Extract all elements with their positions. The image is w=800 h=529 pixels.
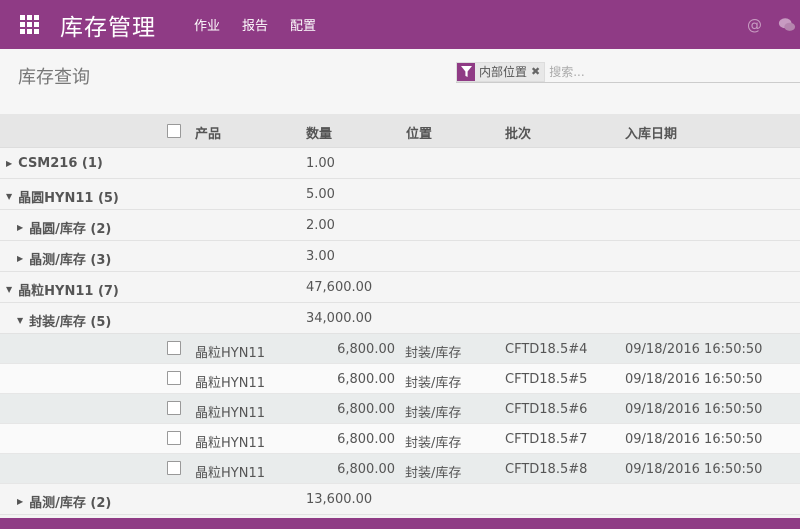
table-row[interactable]: 晶粒HYN11 6,800.00 封装/库存 CFTD18.5#8 09/18/… <box>0 454 800 484</box>
cell-quantity: 6,800.00 <box>337 402 395 417</box>
group-qty: 3.00 <box>306 249 335 264</box>
search-facet[interactable]: 内部位置 ✖ <box>456 61 546 82</box>
remove-facet-icon[interactable]: ✖ <box>531 63 544 81</box>
cell-in-date: 09/18/2016 16:50:50 <box>625 402 763 417</box>
menu-operations[interactable]: 作业 <box>194 15 220 34</box>
group-row[interactable]: ▶ CSM216 (1) 1.00 <box>0 148 800 179</box>
row-checkbox[interactable] <box>167 401 181 415</box>
table-row[interactable]: 晶粒HYN11 6,800.00 封装/库存 CFTD18.5#7 09/18/… <box>0 424 800 454</box>
caret-down-icon: ▼ <box>17 316 24 325</box>
cell-location: 封装/库存 <box>405 346 462 361</box>
app-brand[interactable]: 库存管理 <box>60 8 156 42</box>
cell-product: 晶粒HYN11 <box>195 436 265 451</box>
systray: @ <box>747 0 800 49</box>
table-header: 产品 数量 位置 批次 入库日期 <box>0 114 800 148</box>
search-box: 内部位置 ✖ <box>456 61 800 83</box>
cell-location: 封装/库存 <box>405 376 462 391</box>
cell-lot: CFTD18.5#6 <box>505 402 588 417</box>
caret-right-icon: ▶ <box>17 254 24 263</box>
header-location[interactable]: 位置 <box>406 123 432 142</box>
header-in-date[interactable]: 入库日期 <box>625 123 677 142</box>
page-title: 库存查询 <box>18 67 90 88</box>
cell-quantity: 6,800.00 <box>337 372 395 387</box>
group-label: 晶圆HYN11 (5) <box>18 191 119 206</box>
cell-lot: CFTD18.5#4 <box>505 342 588 357</box>
caret-down-icon: ▼ <box>6 192 13 201</box>
group-qty: 5.00 <box>306 187 335 202</box>
cell-location: 封装/库存 <box>405 406 462 421</box>
group-row[interactable]: ▶ 晶测/库存 (2) 13,600.00 <box>0 484 800 515</box>
cell-in-date: 09/18/2016 16:50:50 <box>625 372 763 387</box>
cell-product: 晶粒HYN11 <box>195 406 265 421</box>
cell-location: 封装/库存 <box>405 466 462 481</box>
cell-quantity: 6,800.00 <box>337 342 395 357</box>
group-label: 晶粒HYN11 (7) <box>18 284 119 299</box>
group-label: 晶测/库存 (3) <box>29 253 112 268</box>
group-row[interactable]: ▼ 晶圆HYN11 (5) 5.00 <box>0 179 800 210</box>
cell-in-date: 09/18/2016 16:50:50 <box>625 342 763 357</box>
header-product[interactable]: 产品 <box>195 123 221 142</box>
chat-bubbles-icon[interactable] <box>778 16 796 34</box>
row-checkbox[interactable] <box>167 461 181 475</box>
menu-configuration[interactable]: 配置 <box>290 15 316 34</box>
caret-down-icon: ▼ <box>6 285 13 294</box>
group-label: 晶圆/库存 (2) <box>29 222 112 237</box>
cell-in-date: 09/18/2016 16:50:50 <box>625 462 763 477</box>
group-row[interactable]: ▶ 晶圆/库存 (2) 2.00 <box>0 210 800 241</box>
cell-product: 晶粒HYN11 <box>195 376 265 391</box>
caret-right-icon: ▶ <box>17 223 24 232</box>
filter-icon <box>457 62 475 81</box>
cell-lot: CFTD18.5#5 <box>505 372 588 387</box>
app-grid-icon[interactable] <box>14 10 44 40</box>
table-row[interactable]: 晶粒HYN11 6,800.00 封装/库存 CFTD18.5#4 09/18/… <box>0 334 800 364</box>
cell-quantity: 6,800.00 <box>337 432 395 447</box>
group-qty: 34,000.00 <box>306 311 373 326</box>
header-quantity[interactable]: 数量 <box>306 123 332 142</box>
control-panel: 库存查询 内部位置 ✖ <box>0 49 800 114</box>
facet-label: 内部位置 <box>479 64 528 79</box>
row-checkbox[interactable] <box>167 341 181 355</box>
search-input[interactable] <box>549 64 730 79</box>
caret-right-icon: ▶ <box>6 159 13 168</box>
row-checkbox[interactable] <box>167 371 181 385</box>
table-row[interactable]: 晶粒HYN11 6,800.00 封装/库存 CFTD18.5#6 09/18/… <box>0 394 800 424</box>
group-label: 晶测/库存 (2) <box>29 496 112 511</box>
row-checkbox[interactable] <box>167 431 181 445</box>
cell-product: 晶粒HYN11 <box>195 466 265 481</box>
stock-table: 产品 数量 位置 批次 入库日期 ▶ CSM216 (1) 1.00 ▼ 晶圆H… <box>0 114 800 515</box>
cell-quantity: 6,800.00 <box>337 462 395 477</box>
cell-lot: CFTD18.5#8 <box>505 462 588 477</box>
top-navbar: 库存管理 作业 报告 配置 @ <box>0 0 800 49</box>
cell-product: 晶粒HYN11 <box>195 346 265 361</box>
select-all-checkbox[interactable] <box>167 124 181 138</box>
caret-right-icon: ▶ <box>17 497 24 506</box>
cell-in-date: 09/18/2016 16:50:50 <box>625 432 763 447</box>
cell-location: 封装/库存 <box>405 436 462 451</box>
group-row[interactable]: ▼ 晶粒HYN11 (7) 47,600.00 <box>0 272 800 303</box>
group-row[interactable]: ▼ 封装/库存 (5) 34,000.00 <box>0 303 800 334</box>
menu-reports[interactable]: 报告 <box>242 15 268 34</box>
bottom-bar <box>0 518 800 529</box>
group-row[interactable]: ▶ 晶测/库存 (3) 3.00 <box>0 241 800 272</box>
at-mention-icon[interactable]: @ <box>747 16 762 34</box>
group-qty: 1.00 <box>306 156 335 171</box>
table-row[interactable]: 晶粒HYN11 6,800.00 封装/库存 CFTD18.5#5 09/18/… <box>0 364 800 394</box>
group-qty: 47,600.00 <box>306 280 373 295</box>
header-lot[interactable]: 批次 <box>505 123 531 142</box>
group-label: CSM216 (1) <box>18 156 103 171</box>
group-label: 封装/库存 (5) <box>29 315 112 330</box>
group-qty: 2.00 <box>306 218 335 233</box>
group-qty: 13,600.00 <box>306 492 373 507</box>
cell-lot: CFTD18.5#7 <box>505 432 588 447</box>
